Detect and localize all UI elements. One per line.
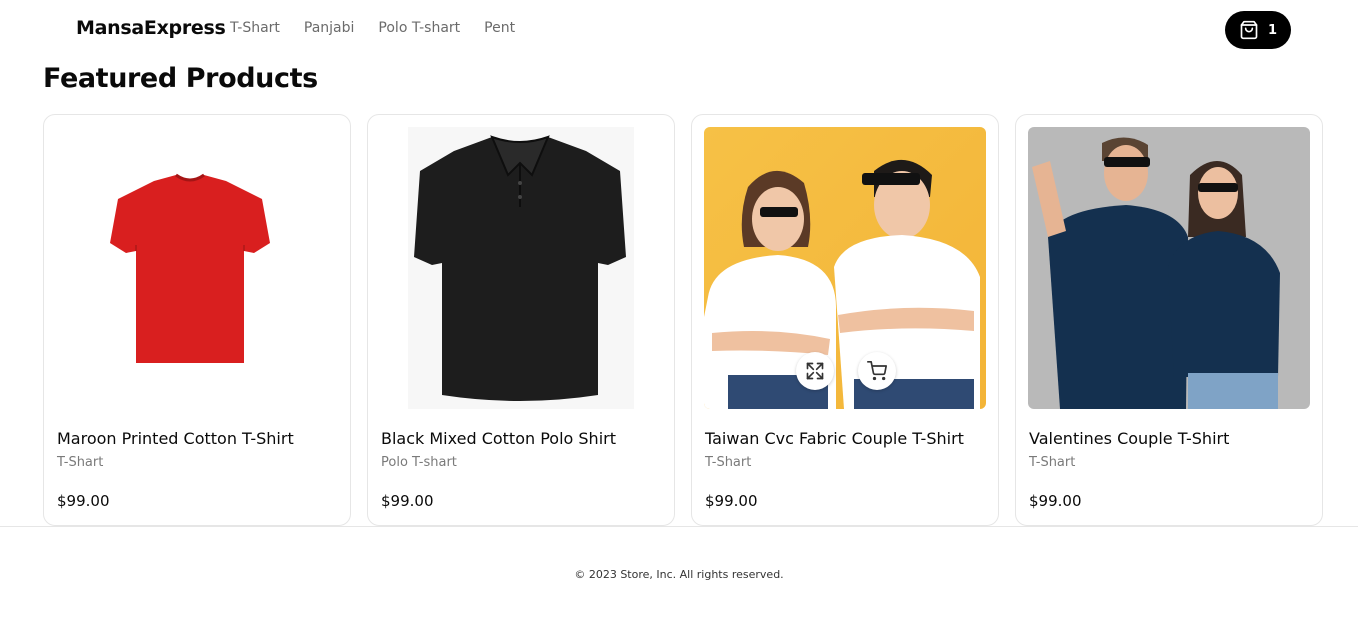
product-category: T-Shart (705, 455, 752, 470)
product-card[interactable]: Valentines Couple T-Shirt T-Shart $99.00 (1015, 114, 1323, 526)
product-category: Polo T-shart (381, 455, 457, 470)
nav-link-tshirt[interactable]: T-Shart (230, 20, 280, 36)
footer-divider (0, 526, 1358, 527)
product-image[interactable] (56, 127, 338, 409)
product-card[interactable]: Black Mixed Cotton Polo Shirt Polo T-sha… (367, 114, 675, 526)
cart-button[interactable]: 1 (1225, 11, 1291, 49)
add-to-cart-button[interactable] (858, 352, 896, 390)
nav-link-polo[interactable]: Polo T-shart (378, 20, 460, 36)
product-price: $99.00 (705, 492, 758, 510)
product-image[interactable] (380, 127, 662, 409)
footer-copyright: © 2023 Store, Inc. All rights reserved. (574, 568, 784, 581)
product-name[interactable]: Taiwan Cvc Fabric Couple T-Shirt (705, 429, 964, 448)
product-image[interactable] (1028, 127, 1310, 409)
product-card[interactable]: Taiwan Cvc Fabric Couple T-Shirt T-Shart… (691, 114, 999, 526)
cart-icon (867, 361, 887, 381)
nav-link-pent[interactable]: Pent (484, 20, 515, 36)
shopping-bag-icon (1240, 20, 1258, 40)
product-name[interactable]: Maroon Printed Cotton T-Shirt (57, 429, 294, 448)
product-card[interactable]: Maroon Printed Cotton T-Shirt T-Shart $9… (43, 114, 351, 526)
brand-logo[interactable]: MansaExpress (76, 17, 226, 39)
product-price: $99.00 (1029, 492, 1082, 510)
product-category: T-Shart (57, 455, 104, 470)
nav-link-panjabi[interactable]: Panjabi (304, 20, 355, 36)
product-price: $99.00 (57, 492, 110, 510)
navbar: MansaExpress T-Shart Panjabi Polo T-shar… (0, 0, 1358, 60)
cart-count: 1 (1267, 22, 1278, 38)
page-title: Featured Products (43, 63, 318, 94)
product-image[interactable] (704, 127, 986, 409)
product-price: $99.00 (381, 492, 434, 510)
quick-view-button[interactable] (796, 352, 834, 390)
product-grid: Maroon Printed Cotton T-Shirt T-Shart $9… (43, 114, 1323, 526)
product-category: T-Shart (1029, 455, 1076, 470)
nav-links: T-Shart Panjabi Polo T-shart Pent (230, 20, 539, 36)
product-name[interactable]: Black Mixed Cotton Polo Shirt (381, 429, 616, 448)
product-name[interactable]: Valentines Couple T-Shirt (1029, 429, 1229, 448)
expand-icon (806, 362, 824, 380)
